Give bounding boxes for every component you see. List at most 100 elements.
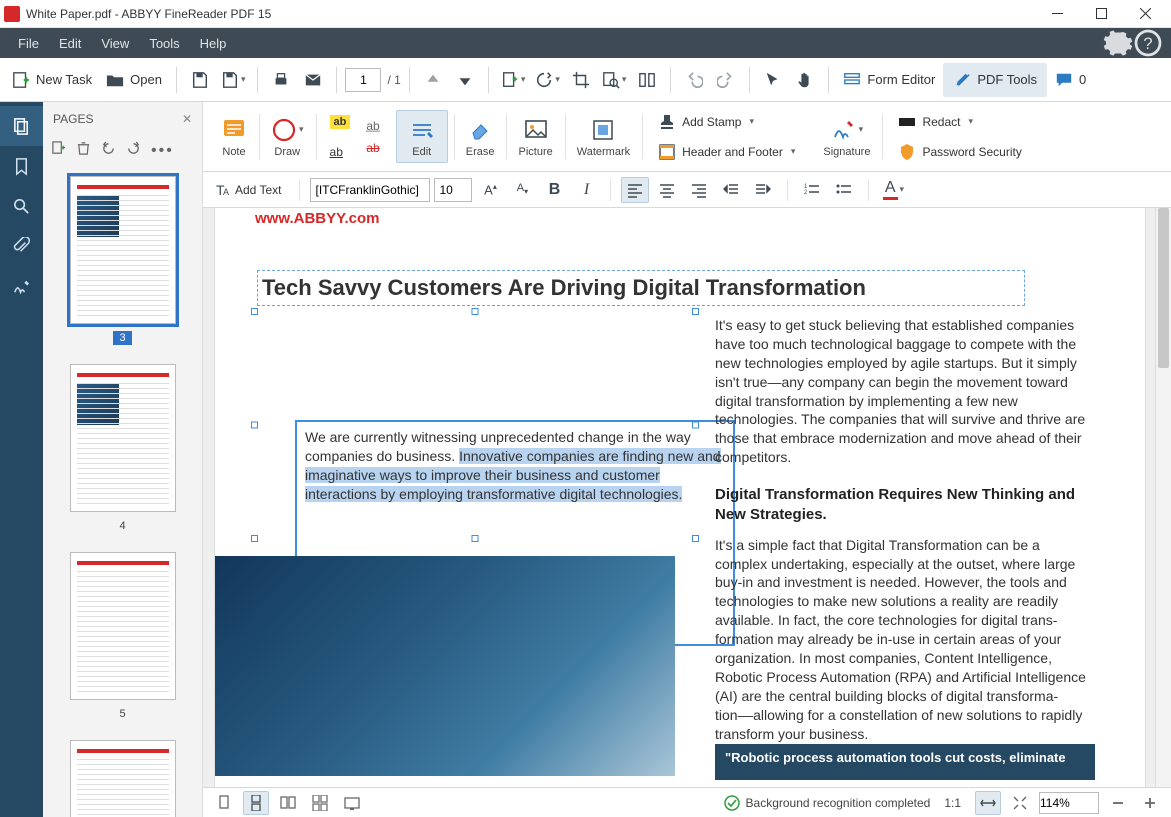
bullet-list-button[interactable] [830, 177, 858, 203]
delete-page-icon[interactable] [76, 141, 91, 161]
resize-handle[interactable] [251, 308, 258, 315]
hand-tool[interactable] [790, 63, 820, 97]
crop-button[interactable] [566, 63, 596, 97]
attachments-tab[interactable] [0, 226, 43, 266]
doc-url: www.ABBYY.com [255, 210, 379, 227]
continuous-view[interactable] [243, 791, 269, 815]
rotate-button[interactable]: ▾ [531, 63, 564, 97]
email-button[interactable] [298, 63, 328, 97]
increase-indent-button[interactable] [749, 177, 777, 203]
resize-handle[interactable] [472, 535, 479, 542]
picture-tool[interactable]: Picture [506, 106, 564, 167]
underline-tool[interactable]: ab [324, 139, 357, 165]
align-center-button[interactable] [653, 177, 681, 203]
page-thumb-4[interactable]: 4 [65, 364, 180, 534]
menu-view[interactable]: View [91, 28, 139, 58]
doc-heading[interactable]: Tech Savvy Customers Are Driving Digital… [262, 275, 1020, 301]
zoom-out-button[interactable] [1105, 791, 1131, 815]
menu-file[interactable]: File [8, 28, 49, 58]
bold-button[interactable]: B [540, 177, 568, 203]
note-tool[interactable]: Note [209, 106, 259, 167]
zoom-in-button[interactable] [1137, 791, 1163, 815]
document-area[interactable]: www.ABBYY.com Tech Savvy Customers Are D… [203, 208, 1171, 787]
font-size-select[interactable] [434, 178, 472, 202]
resize-handle[interactable] [472, 308, 479, 315]
menu-tools[interactable]: Tools [139, 28, 189, 58]
bookmarks-tab[interactable] [0, 146, 43, 186]
nav-up-button[interactable] [418, 63, 448, 97]
fullscreen-view[interactable] [339, 791, 365, 815]
two-page-continuous-view[interactable] [307, 791, 333, 815]
save-button[interactable] [185, 63, 215, 97]
redo-button[interactable] [711, 63, 741, 97]
pages-tab[interactable] [0, 106, 43, 146]
resize-handle[interactable] [251, 535, 258, 542]
edit-text-frame[interactable]: We are currently witnessing unprecedente… [255, 312, 695, 538]
fit-page-button[interactable] [1007, 791, 1033, 815]
add-text-button[interactable]: TA Add Text [213, 181, 281, 199]
add-page-button[interactable]: ▾ [497, 63, 530, 97]
signature-tool[interactable]: ▾ Signature [811, 106, 882, 167]
add-page-icon[interactable] [51, 141, 66, 161]
erase-tool[interactable]: Erase [454, 106, 507, 167]
align-left-button[interactable] [621, 177, 649, 203]
resize-handle[interactable] [692, 308, 699, 315]
resize-handle[interactable] [692, 535, 699, 542]
form-editor-button[interactable]: Form Editor [837, 63, 941, 97]
undo-button[interactable] [679, 63, 709, 97]
strikeout-tool[interactable]: ab [366, 139, 379, 157]
decrease-font-button[interactable]: A▾ [508, 177, 536, 203]
add-stamp-button[interactable]: Add Stamp▾ [652, 109, 801, 135]
comments-button[interactable]: 0 [1049, 63, 1092, 97]
settings-icon[interactable] [1103, 28, 1133, 58]
page-number-input[interactable] [345, 68, 381, 92]
edit-tool[interactable]: Edit [396, 110, 448, 163]
menu-help[interactable]: Help [190, 28, 237, 58]
minimize-button[interactable] [1035, 0, 1079, 27]
pdf-tools-button[interactable]: PDF Tools [943, 63, 1047, 97]
fit-width-button[interactable] [975, 791, 1001, 815]
signatures-tab[interactable] [0, 266, 43, 306]
split-page-button[interactable] [632, 63, 662, 97]
header-footer-button[interactable]: Header and Footer▾ [652, 139, 801, 165]
open-button[interactable]: Open [100, 63, 168, 97]
highlight-tool[interactable]: ab [324, 109, 357, 135]
pointer-tool[interactable] [758, 63, 788, 97]
page-thumb-5[interactable]: 5 [65, 552, 180, 722]
vertical-scrollbar[interactable] [1155, 208, 1171, 787]
save-as-button[interactable]: ▾ [217, 63, 250, 97]
numbered-list-button[interactable]: 12 [798, 177, 826, 203]
increase-font-button[interactable]: A▴ [476, 177, 504, 203]
print-button[interactable] [266, 63, 296, 97]
nav-down-button[interactable] [450, 63, 480, 97]
more-icon[interactable]: ••• [151, 142, 174, 160]
search-tab[interactable] [0, 186, 43, 226]
decrease-indent-button[interactable] [717, 177, 745, 203]
page-thumb-6[interactable]: 6 [65, 740, 180, 817]
new-task-button[interactable]: New Task [6, 63, 98, 97]
pages-panel-close[interactable]: ✕ [182, 112, 192, 126]
search-page-button[interactable]: ▾ [598, 63, 631, 97]
password-security-button[interactable]: Password Security [892, 139, 1027, 165]
close-button[interactable] [1123, 0, 1167, 27]
align-right-button[interactable] [685, 177, 713, 203]
maximize-button[interactable] [1079, 0, 1123, 27]
rotate-right-icon[interactable] [126, 141, 141, 161]
font-family-select[interactable] [310, 178, 430, 202]
single-page-view[interactable] [211, 791, 237, 815]
two-page-view[interactable] [275, 791, 301, 815]
watermark-tool[interactable]: Watermark [565, 106, 642, 167]
page-thumb-3[interactable]: 3 [65, 176, 180, 346]
svg-text:2: 2 [804, 190, 808, 196]
italic-button[interactable]: I [572, 177, 600, 203]
menu-edit[interactable]: Edit [49, 28, 91, 58]
zoom-select[interactable] [1039, 792, 1099, 814]
rotate-left-icon[interactable] [101, 141, 116, 161]
redact-button[interactable]: Redact▾ [892, 109, 1027, 135]
font-color-button[interactable]: A▾ [879, 177, 907, 203]
resize-handle[interactable] [251, 422, 258, 429]
help-icon[interactable]: ? [1133, 28, 1163, 58]
insert-text-tool[interactable]: a̲b̲ [366, 117, 379, 135]
draw-tool[interactable]: ▾ Draw [259, 106, 316, 167]
resize-handle[interactable] [692, 422, 699, 429]
